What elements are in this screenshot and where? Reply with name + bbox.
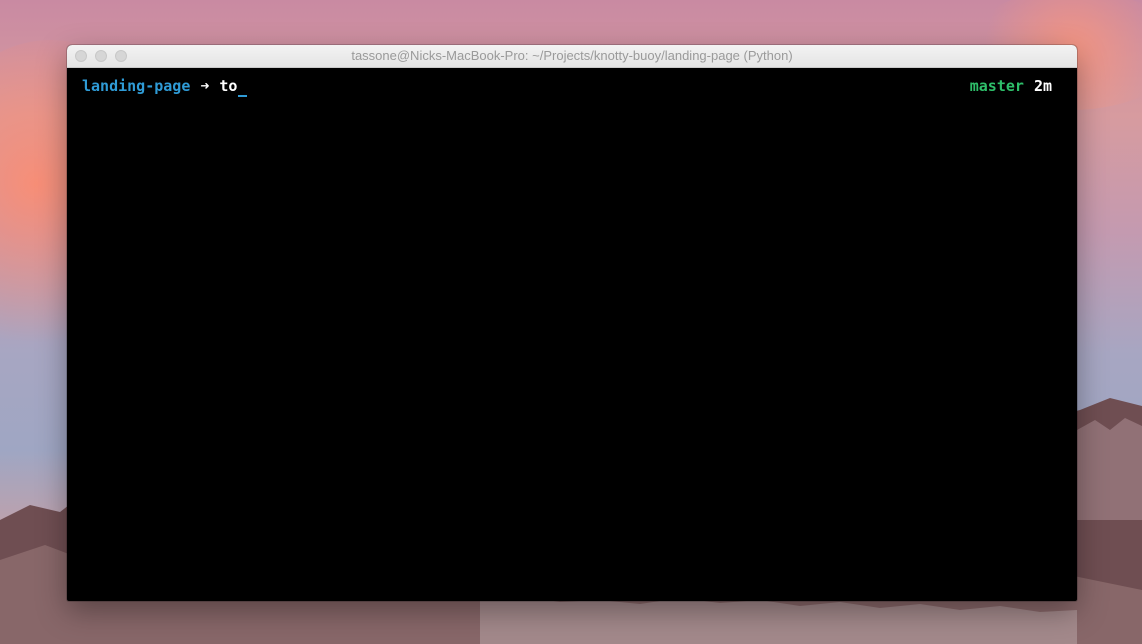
terminal-window[interactable]: tassone@Nicks-MacBook-Pro: ~/Projects/kn…: [67, 45, 1077, 601]
prompt-line: landing-page ➜ to master 2m: [82, 75, 1052, 97]
left-prompt: landing-page ➜ to: [82, 75, 248, 97]
commit-age: 2m: [1033, 77, 1052, 95]
window-title: tassone@Nicks-MacBook-Pro: ~/Projects/kn…: [351, 48, 793, 63]
right-prompt: master 2m: [970, 75, 1052, 97]
text-cursor: [238, 95, 248, 97]
git-branch: master: [969, 77, 1024, 95]
prompt-arrow-icon: ➜: [200, 77, 210, 95]
cwd-label: landing-page: [82, 77, 191, 95]
window-titlebar[interactable]: tassone@Nicks-MacBook-Pro: ~/Projects/kn…: [67, 45, 1077, 68]
terminal-output[interactable]: landing-page ➜ to master 2m: [67, 68, 1077, 601]
command-input[interactable]: to: [219, 75, 248, 97]
command-text: to: [219, 77, 238, 95]
